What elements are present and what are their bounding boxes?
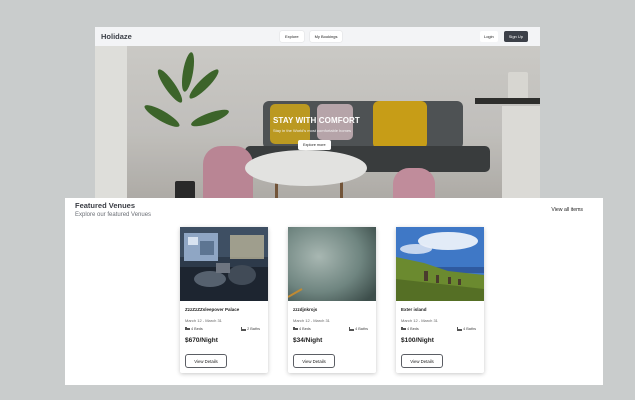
hero-text: STAY WITH COMFORT Stay in the World's mo… [273,116,360,133]
venue-image [288,227,376,301]
featured-section: Featured Venues Explore our featured Ven… [65,198,603,385]
venue-baths: 4 Baths [349,327,368,331]
bath-icon [241,327,247,331]
venue-card[interactable]: ZzzZzZZsleepover Palace March 12 - March… [180,227,268,373]
venue-dates: March 12 - March 31 [185,318,222,323]
brand-logo[interactable]: Holidaze [101,32,132,41]
venue-beds-label: 4 Beds [407,327,419,331]
venue-name: Exter island [401,307,427,312]
hero-banner: STAY WITH COMFORT Stay in the World's mo… [95,46,540,202]
venue-card[interactable]: zzzdjnkrojs March 12 - March 31 4 Beds 4… [288,227,376,373]
venue-baths: 4 Baths [457,327,476,331]
auth-links: Login Sign Up [479,31,528,42]
nav-links: Explore My Bookings [280,31,343,42]
view-details-button[interactable]: View Details [185,354,227,368]
venue-baths-label: 2 Baths [247,327,260,331]
login-button[interactable]: Login [479,31,498,42]
venue-price: $34/Night [293,337,323,344]
venue-beds: 4 Beds [185,327,203,331]
venue-photo-cinema [180,227,268,301]
venue-dates: March 12 - March 31 [293,318,330,323]
venue-name: ZzzZzZZsleepover Palace [185,307,240,312]
bath-icon [457,327,463,331]
hero-subtitle: Stay in the World's most comfortable hom… [273,128,352,133]
nav-bookings-link[interactable]: My Bookings [309,31,343,42]
venue-baths-label: 4 Baths [355,327,368,331]
signup-button[interactable]: Sign Up [503,31,528,42]
bath-icon [349,327,355,331]
venue-image [396,227,484,301]
view-all-link[interactable]: View all items [551,207,583,213]
venue-beds-label: 4 Beds [191,327,203,331]
venue-name: zzzdjnkrojs [293,307,318,312]
featured-subtitle: Explore our featured Venues [75,212,152,218]
view-details-button[interactable]: View Details [401,354,443,368]
venue-baths-label: 4 Baths [463,327,476,331]
featured-title: Featured Venues [75,201,136,210]
venue-beds: 4 Beds [401,327,419,331]
venue-price: $670/Night [185,337,218,344]
bed-icon [185,327,190,331]
venue-baths: 2 Baths [241,327,260,331]
nav-explore-link[interactable]: Explore [280,31,304,42]
view-details-button[interactable]: View Details [293,354,335,368]
app-window: Holidaze Explore My Bookings Login Sign … [95,27,540,202]
bed-icon [293,327,298,331]
venue-photo-island [396,227,484,301]
venue-beds: 4 Beds [293,327,311,331]
venue-price: $100/Night [401,337,434,344]
venue-image [180,227,268,301]
navbar: Holidaze Explore My Bookings Login Sign … [95,27,540,46]
hero-title: STAY WITH COMFORT [273,116,360,125]
explore-more-button[interactable]: Explore more [298,140,331,150]
venue-dates: March 12 - March 31 [401,318,438,323]
bed-icon [401,327,406,331]
venue-beds-label: 4 Beds [299,327,311,331]
venue-photo-texture [288,227,376,301]
venue-card[interactable]: Exter island March 12 - March 31 4 Beds … [396,227,484,373]
